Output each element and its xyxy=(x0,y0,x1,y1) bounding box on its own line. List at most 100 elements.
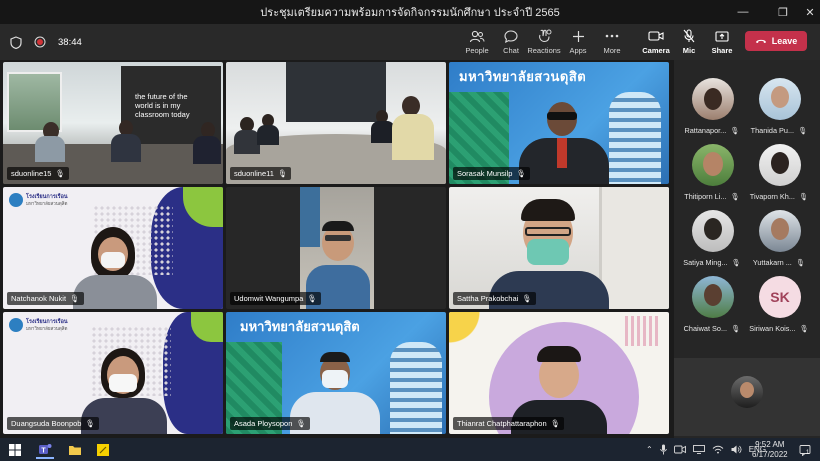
roster-name: Siriwan Kois... xyxy=(749,324,796,333)
glasses xyxy=(525,227,571,236)
mic-muted-icon: 🎙︎ xyxy=(730,126,740,135)
meeting-timer: 38:44 xyxy=(58,36,82,48)
roster-name: Thanida Pu... xyxy=(750,126,795,135)
window-title: ประชุมเตรียมความพร้อมการจัดกิจกรรมนักศึก… xyxy=(260,7,560,19)
participant-hair xyxy=(322,221,354,231)
video-tile[interactable]: Thianrat Chatphattaraphon 🎙︎ xyxy=(449,312,669,434)
participant-name: Thianrat Chatphattaraphon xyxy=(457,419,547,428)
roster-item[interactable]: Thanida Pu... 🎙︎ xyxy=(744,76,814,142)
avatar xyxy=(692,276,734,318)
roster-name: Yuttakarn ... xyxy=(752,258,792,267)
participant-name: Asada Ploysopon xyxy=(234,419,293,428)
face-mask xyxy=(527,239,569,265)
video-tile[interactable]: Sattha Prakobchai 🎙︎ xyxy=(449,187,669,309)
self-view[interactable] xyxy=(674,358,820,436)
notification-icon[interactable]: 1 xyxy=(796,441,814,459)
windows-start-icon[interactable] xyxy=(6,441,24,459)
building-tower xyxy=(609,92,661,184)
mic-muted-icon: 🎙︎ xyxy=(798,126,808,135)
close-button[interactable]: ✕ xyxy=(795,0,820,24)
meeting-toolbar: 38:44 People Chat Reactions Apps More Ca… xyxy=(0,24,820,60)
minimize-button[interactable]: — xyxy=(728,0,758,24)
more-label: More xyxy=(603,46,621,55)
university-banner: มหาวิทยาลัยสวนดุสิต xyxy=(459,69,587,84)
mic-muted-icon xyxy=(683,28,695,44)
participant-nametag: Duangsuda Boonpob 🎙︎ xyxy=(7,417,100,430)
avatar xyxy=(692,144,734,186)
mic-muted-icon: 🎙︎ xyxy=(730,192,740,201)
mic-muted-icon: 🎙︎ xyxy=(516,169,526,178)
volume-icon[interactable] xyxy=(731,445,742,454)
participant-body xyxy=(111,134,141,162)
roster-item[interactable]: Chaiwat So... 🎙︎ xyxy=(677,274,747,340)
chevron-up-icon[interactable]: ⌃ xyxy=(646,445,653,454)
video-tile[interactable]: โรงเรียนการเรือน มหาวิทยาลัยสวนดุสิต Dua… xyxy=(3,312,223,434)
file-explorer-icon[interactable] xyxy=(66,441,84,459)
participant-roster: Rattanapor... 🎙︎ Thanida Pu... 🎙︎ Thitipor… xyxy=(674,60,820,438)
university-banner: มหาวิทยาลัยสวนดุสิต xyxy=(240,319,360,334)
video-tile[interactable]: มหาวิทยาลัยสวนดุสิต Asada Ploysopon 🎙︎ xyxy=(226,312,446,434)
chat-label: Chat xyxy=(503,46,519,55)
avatar xyxy=(759,78,801,120)
mic-muted-icon: 🎙︎ xyxy=(296,419,306,428)
meet-now-icon[interactable] xyxy=(673,445,686,454)
roster-item[interactable]: SK Siriwan Kois... 🎙︎ xyxy=(744,274,814,340)
maximize-button[interactable]: ❐ xyxy=(768,0,798,24)
more-button[interactable]: More xyxy=(592,28,632,58)
leave-button[interactable]: Leave xyxy=(745,31,807,51)
avatar: SK xyxy=(759,276,801,318)
face-mask xyxy=(322,370,348,388)
wall-corner xyxy=(599,187,669,309)
wifi-icon[interactable] xyxy=(712,445,724,454)
participant-figure xyxy=(402,96,420,116)
taskbar: T ⌃ ENG 9:52 AM 6/17/2022 1 xyxy=(0,438,820,461)
video-tile[interactable]: sduonline11 🎙︎ xyxy=(226,62,446,184)
roster-name: Chaiwat So... xyxy=(683,324,728,333)
poster-text: the future of the world is in my classro… xyxy=(135,92,190,119)
roster-item[interactable]: Tivaporn Kh... 🎙︎ xyxy=(744,142,814,208)
network-icon[interactable] xyxy=(692,445,705,454)
more-icon xyxy=(605,28,619,44)
clock-date: 6/17/2022 xyxy=(752,449,788,459)
participant-body xyxy=(73,275,157,309)
school-logo xyxy=(9,193,23,207)
roster-item[interactable]: Thitiporn Li... 🎙︎ xyxy=(677,142,747,208)
wall-panel xyxy=(286,62,386,122)
roster-item[interactable]: Yuttakarn ... 🎙︎ xyxy=(744,208,814,274)
microphone-icon[interactable] xyxy=(659,444,667,455)
participant-name: Duangsuda Boonpob xyxy=(11,419,82,428)
apps-label: Apps xyxy=(569,46,587,55)
window-titlebar: ประชุมเตรียมความพร้อมการจัดกิจกรรมนักศึก… xyxy=(0,0,820,24)
roster-item[interactable]: Satiya Ming... 🎙︎ xyxy=(677,208,747,274)
participant-nametag: sduonline15 🎙︎ xyxy=(7,167,69,180)
avatar xyxy=(692,210,734,252)
participant-body xyxy=(257,125,279,145)
participant-name: sduonline11 xyxy=(234,169,274,178)
recording-icon xyxy=(34,36,46,48)
video-tile[interactable]: the future of the world is in my classro… xyxy=(3,62,223,184)
school-subname: มหาวิทยาลัยสวนดุสิต xyxy=(26,326,68,331)
roster-name: Tivaporn Kh... xyxy=(749,192,795,201)
video-tile[interactable]: มหาวิทยาลัยสวนดุสิต Sorasak Munsilp 🎙︎ xyxy=(449,62,669,184)
roster-item[interactable]: Rattanapor... 🎙︎ xyxy=(677,76,747,142)
avatar xyxy=(692,78,734,120)
shield-icon[interactable] xyxy=(10,35,22,49)
plus-icon xyxy=(572,28,585,44)
share-button[interactable]: Share xyxy=(702,28,742,58)
sticky-notes-icon[interactable] xyxy=(94,441,112,459)
mic-muted-icon: 🎙︎ xyxy=(795,258,806,267)
wall-banner xyxy=(300,187,320,247)
glasses xyxy=(547,112,577,120)
teams-icon[interactable]: T xyxy=(36,441,54,459)
phone-hangup-icon xyxy=(755,38,767,44)
video-tile[interactable]: โรงเรียนการเรือน มหาวิทยาลัยสวนดุสิต Nat… xyxy=(3,187,223,309)
participant-name: Natchanok Nukit xyxy=(11,294,67,303)
svg-text:T: T xyxy=(41,448,46,455)
building-tower xyxy=(390,342,442,434)
clock[interactable]: 9:52 AM 6/17/2022 xyxy=(752,438,788,461)
participant-hair xyxy=(537,346,581,362)
mic-muted-icon: 🎙︎ xyxy=(85,419,96,428)
participant-name: Sorasak Munsilp xyxy=(457,169,513,178)
reactions-icon xyxy=(537,28,552,44)
video-tile[interactable]: Udomwit Wangumpa 🎙︎ xyxy=(226,187,446,309)
